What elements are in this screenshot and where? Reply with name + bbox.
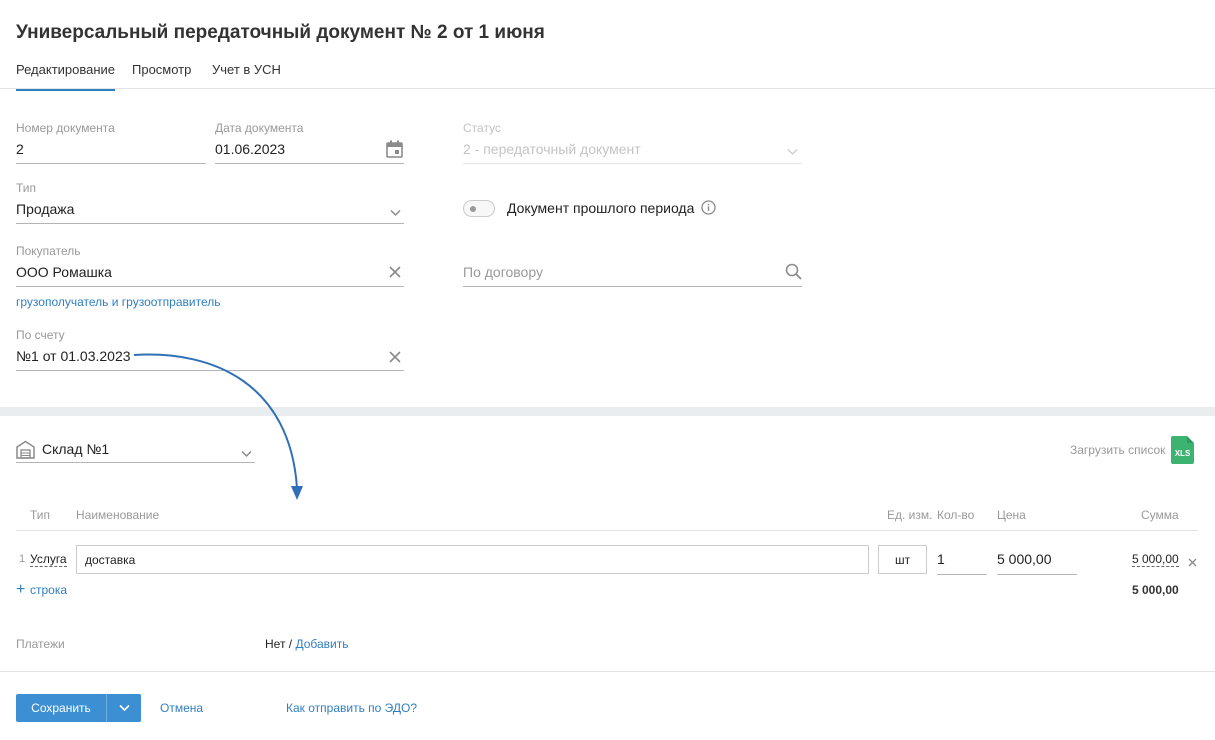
status-underline — [463, 163, 802, 164]
invoice-label: По счету — [16, 328, 65, 342]
save-options-button[interactable] — [106, 694, 141, 722]
xls-badge: XLS — [1174, 449, 1191, 458]
row-type-select[interactable]: Услуга — [30, 552, 67, 567]
buyer-label: Покупатель — [16, 244, 81, 258]
doc-date-label: Дата документа — [215, 121, 304, 135]
row-name-input[interactable]: доставка — [76, 545, 869, 574]
add-payment-link[interactable]: Добавить — [295, 637, 348, 651]
doc-date-input[interactable]: 01.06.2023 — [215, 141, 285, 157]
row-price-underline — [997, 574, 1077, 575]
plus-icon[interactable]: + — [16, 582, 25, 598]
payments-none: Нет — [265, 637, 286, 651]
tab-preview[interactable]: Просмотр — [132, 62, 191, 77]
row-qty-underline — [937, 574, 987, 575]
buyer-underline — [16, 286, 404, 287]
tabs-divider — [0, 88, 1215, 89]
total-sum: 5 000,00 — [1132, 583, 1179, 597]
row-qty-input[interactable]: 1 — [937, 551, 945, 567]
warehouse-icon — [16, 440, 35, 464]
invoice-underline — [16, 370, 404, 371]
status-label: Статус — [463, 121, 501, 135]
chevron-down-icon[interactable] — [241, 445, 252, 463]
doc-date-underline — [215, 163, 404, 164]
save-button[interactable]: Сохранить — [16, 694, 106, 722]
doc-number-underline — [16, 163, 206, 164]
payments-value: Нет / Добавить — [265, 637, 349, 651]
edo-help-link[interactable]: Как отправить по ЭДО? — [286, 701, 417, 715]
calendar-icon[interactable] — [386, 140, 403, 163]
buyer-input[interactable]: ООО Ромашка — [16, 264, 112, 280]
row-sum[interactable]: 5 000,00 — [1132, 552, 1179, 567]
search-icon[interactable] — [785, 263, 802, 285]
tab-edit[interactable]: Редактирование — [16, 62, 116, 91]
tab-usn[interactable]: Учет в УСН — [212, 62, 281, 77]
add-row-link[interactable]: строка — [30, 583, 67, 597]
chevron-down-icon — [118, 704, 130, 712]
close-icon[interactable] — [389, 265, 401, 283]
type-select[interactable]: Продажа — [16, 201, 74, 217]
doc-number-input[interactable]: 2 — [16, 141, 24, 157]
payments-label: Платежи — [16, 637, 65, 651]
doc-number-label: Номер документа — [16, 121, 115, 135]
chevron-down-icon[interactable] — [390, 204, 401, 222]
info-icon[interactable] — [701, 200, 716, 220]
consignee-link[interactable]: грузополучатель и грузоотправитель — [16, 295, 220, 309]
warehouse-select[interactable]: Склад №1 — [42, 441, 109, 457]
contract-input[interactable]: По договору — [463, 264, 543, 280]
section-divider — [0, 407, 1215, 416]
past-period-label: Документ прошлого периода — [507, 200, 695, 216]
row-index: 1 — [19, 553, 26, 565]
warehouse-underline — [16, 462, 255, 463]
col-type: Тип — [30, 508, 51, 522]
col-qty: Кол-во — [937, 508, 975, 522]
close-icon[interactable] — [389, 350, 401, 368]
footer-divider — [0, 671, 1215, 672]
contract-underline — [463, 286, 802, 287]
row-unit-input[interactable]: шт — [878, 545, 927, 574]
xls-file-icon[interactable]: XLS — [1171, 436, 1194, 464]
col-price: Цена — [997, 508, 1026, 522]
type-underline — [16, 223, 404, 224]
payments-separator: / — [285, 637, 296, 651]
cancel-link[interactable]: Отмена — [160, 701, 203, 715]
row-price-input[interactable]: 5 000,00 — [997, 551, 1052, 567]
toggle-knob — [470, 206, 476, 212]
past-period-toggle[interactable] — [463, 200, 495, 217]
status-select: 2 - передаточный документ — [463, 141, 641, 157]
page-title: Универсальный передаточный документ № 2 … — [16, 22, 545, 43]
close-icon[interactable] — [1188, 554, 1197, 572]
invoice-input[interactable]: №1 от 01.03.2023 — [16, 348, 131, 364]
col-unit: Ед. изм. — [887, 508, 933, 522]
col-sum: Сумма — [1141, 508, 1179, 522]
type-label: Тип — [16, 181, 37, 195]
upload-list-link[interactable]: Загрузить список — [1070, 443, 1165, 457]
col-name: Наименование — [76, 508, 160, 522]
chevron-down-icon — [787, 143, 798, 161]
table-header-divider — [16, 530, 1198, 531]
